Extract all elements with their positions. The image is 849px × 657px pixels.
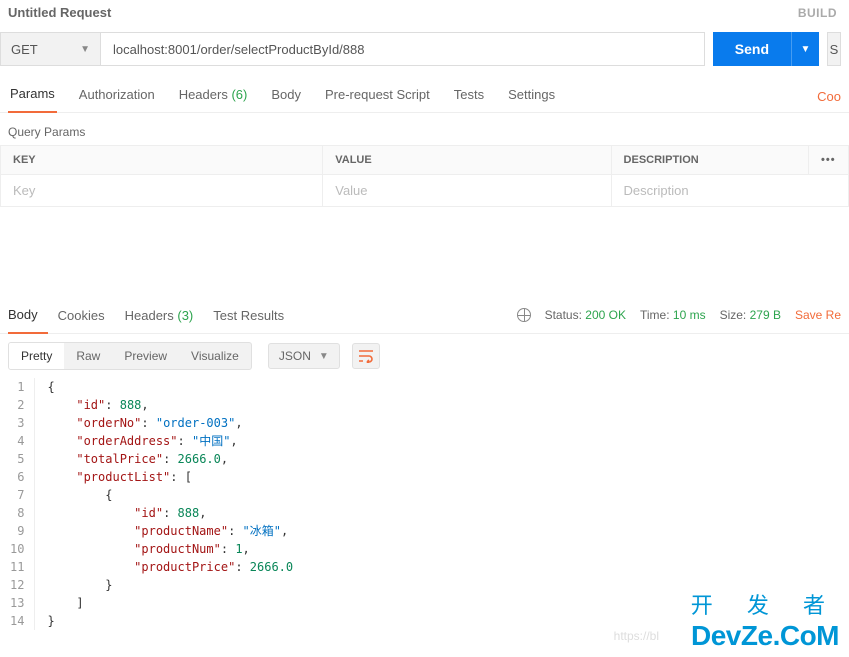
format-select[interactable]: JSON ▼ xyxy=(268,343,340,369)
resp-tab-headers[interactable]: Headers (3) xyxy=(115,298,204,333)
query-params-title: Query Params xyxy=(0,113,849,145)
tab-settings[interactable]: Settings xyxy=(506,81,557,112)
col-key: KEY xyxy=(1,146,323,175)
cookies-link[interactable]: Coo xyxy=(817,89,841,104)
request-title: Untitled Request xyxy=(8,5,111,20)
response-body-code[interactable]: { "id": 888, "orderNo": "order-003", "or… xyxy=(35,378,293,630)
tab-params[interactable]: Params xyxy=(8,80,57,113)
view-mode-segment: Pretty Raw Preview Visualize xyxy=(8,342,252,370)
table-row: Key Value Description xyxy=(1,175,849,207)
method-select[interactable]: GET ▼ xyxy=(1,33,101,65)
tab-prerequest[interactable]: Pre-request Script xyxy=(323,81,432,112)
save-button-stub[interactable]: S xyxy=(827,32,841,66)
caret-down-icon: ▼ xyxy=(319,351,329,362)
size-value: 279 B xyxy=(750,308,781,322)
mode-preview[interactable]: Preview xyxy=(112,343,179,369)
resp-tab-testresults[interactable]: Test Results xyxy=(203,298,294,333)
col-value: VALUE xyxy=(323,146,611,175)
build-label: BUILD xyxy=(798,6,837,20)
status-value: 200 OK xyxy=(585,308,626,322)
value-input[interactable]: Value xyxy=(323,175,611,207)
caret-down-icon: ▼ xyxy=(80,44,90,55)
line-gutter: 1234567891011121314 xyxy=(0,378,35,630)
tab-headers[interactable]: Headers (6) xyxy=(177,81,250,112)
col-desc: DESCRIPTION xyxy=(611,146,808,175)
send-dropdown[interactable]: ▼ xyxy=(791,32,819,66)
key-input[interactable]: Key xyxy=(1,175,323,207)
col-actions[interactable]: ••• xyxy=(809,146,849,175)
send-button[interactable]: Send xyxy=(713,32,791,66)
url-input[interactable] xyxy=(101,33,704,65)
time-value: 10 ms xyxy=(673,308,706,322)
globe-icon[interactable] xyxy=(517,308,531,322)
wrap-lines-button[interactable] xyxy=(352,343,380,369)
desc-input[interactable]: Description xyxy=(611,175,848,207)
tab-body[interactable]: Body xyxy=(269,81,303,112)
save-response[interactable]: Save Re xyxy=(795,308,841,322)
mode-raw[interactable]: Raw xyxy=(64,343,112,369)
mode-pretty[interactable]: Pretty xyxy=(9,343,64,369)
mode-visualize[interactable]: Visualize xyxy=(179,343,251,369)
resp-tab-cookies[interactable]: Cookies xyxy=(48,298,115,333)
method-value: GET xyxy=(11,42,38,57)
watermark-url: https://bl xyxy=(614,629,659,643)
tab-tests[interactable]: Tests xyxy=(452,81,486,112)
resp-tab-body[interactable]: Body xyxy=(8,297,48,334)
tab-authorization[interactable]: Authorization xyxy=(77,81,157,112)
params-table: KEY VALUE DESCRIPTION ••• Key Value Desc… xyxy=(0,145,849,207)
